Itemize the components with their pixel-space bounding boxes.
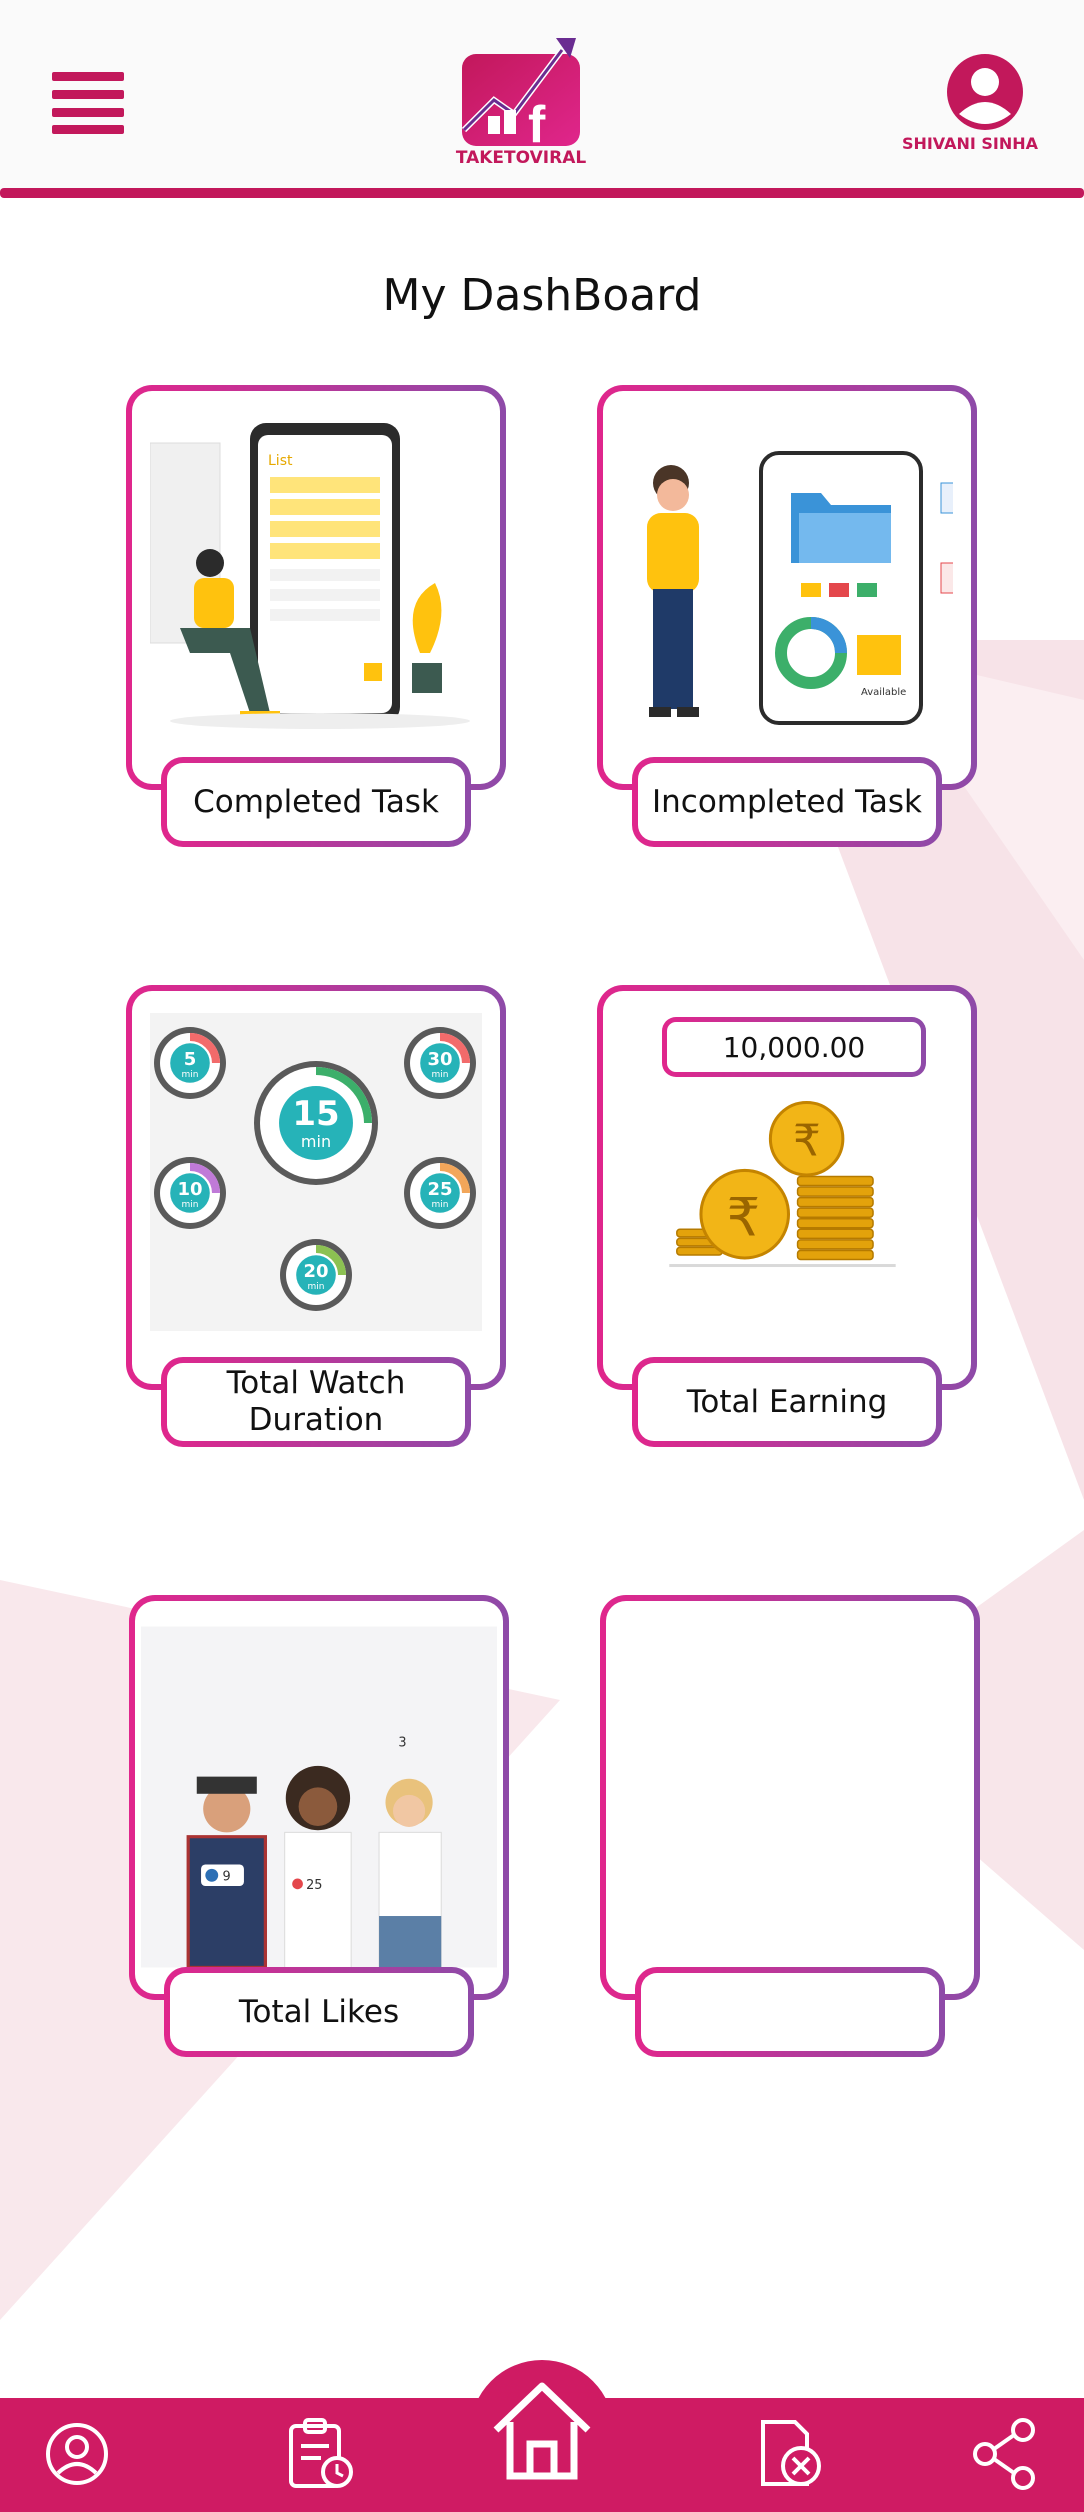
completed-task-text: Completed Task [193, 783, 439, 820]
timer-value: 5 [184, 1049, 197, 1070]
earning-amount: 10,000.00 [722, 1030, 866, 1064]
badge-count-9: 9 [222, 1870, 230, 1885]
user-circle-icon [46, 2423, 108, 2485]
badge-count-25: 25 [306, 1878, 322, 1893]
timer-value: 20 [303, 1261, 328, 1282]
incompleted-task-text: Incompleted Task [651, 783, 923, 820]
svg-text:f: f [528, 96, 546, 148]
incompleted-task-card[interactable]: Available [597, 385, 977, 790]
svg-text:₹: ₹ [727, 1187, 761, 1248]
user-avatar-icon [947, 54, 1023, 130]
timer-unit: min [301, 1132, 331, 1151]
nav-tasks[interactable] [285, 2416, 357, 2492]
profile-button[interactable]: SHIVANI SINHA [900, 52, 1040, 162]
logo-icon: f [461, 38, 580, 154]
completed-task-card[interactable]: List [126, 385, 506, 790]
timers-illustration: 5min15min30min10min25min20min [150, 1013, 482, 1331]
list-title: List [268, 453, 293, 469]
watch-duration-label[interactable]: Total Watch Duration [161, 1357, 471, 1447]
hamburger-menu-icon[interactable] [52, 72, 124, 134]
timer-value: 30 [427, 1049, 452, 1070]
timer-unit: min [182, 1070, 199, 1080]
header-divider [0, 188, 1084, 198]
friends-likes-photo: 3 9 25 [141, 1626, 497, 1970]
timer-15-min: 15min [254, 1061, 378, 1185]
total-likes-text: Total Likes [238, 1993, 400, 2030]
available-text: Available [861, 687, 906, 698]
timer-value: 25 [427, 1179, 452, 1200]
app-logo: f TAKETOVIRAL [452, 30, 590, 180]
total-earning-text: Total Earning [686, 1383, 888, 1420]
timer-unit: min [182, 1200, 199, 1210]
empty-card[interactable] [600, 1595, 980, 2000]
completed-task-label[interactable]: Completed Task [161, 757, 471, 847]
nav-share[interactable] [969, 2416, 1041, 2492]
timer-unit: min [308, 1282, 325, 1292]
home-icon [493, 2382, 591, 2480]
user-name: SHIVANI SINHA [901, 134, 1039, 153]
page-title: My DashBoard [382, 270, 702, 321]
timer-value: 10 [177, 1179, 202, 1200]
timer-5-min: 5min [154, 1027, 226, 1099]
timer-20-min: 20min [280, 1239, 352, 1311]
earning-value: 10,000.00 [662, 1017, 926, 1077]
timer-unit: min [432, 1200, 449, 1210]
total-likes-card[interactable]: 3 9 25 [129, 1595, 509, 2000]
timer-25-min: 25min [404, 1157, 476, 1229]
timer-value: 15 [292, 1094, 339, 1134]
watch-duration-card[interactable]: 5 min 15 min 30 min 10 min 25 min 20 min [126, 985, 506, 1390]
logo-text: TAKETOVIRAL [455, 148, 587, 168]
empty-card-label[interactable] [635, 1967, 945, 2057]
total-earning-card[interactable]: 10,000.00 ₹ ₹ [597, 985, 977, 1390]
timer-10-min: 10min [154, 1157, 226, 1229]
timer-30-min: 30min [404, 1027, 476, 1099]
total-earning-label[interactable]: Total Earning [632, 1357, 942, 1447]
document-cancel-icon [761, 2420, 821, 2486]
total-likes-label[interactable]: Total Likes [164, 1967, 474, 2057]
badge-count-3: 3 [398, 1736, 406, 1751]
share-icon [973, 2418, 1035, 2490]
nav-home[interactable] [484, 2372, 600, 2488]
nav-profile[interactable] [44, 2421, 110, 2487]
timer-unit: min [432, 1070, 449, 1080]
svg-text:₹: ₹ [793, 1115, 821, 1166]
clipboard-clock-icon [289, 2418, 353, 2488]
task-checklist-illustration: List [150, 423, 470, 729]
rupee-coins-illustration: ₹ ₹ [669, 1101, 896, 1268]
watch-duration-text: Total Watch Duration [226, 1365, 406, 1438]
incompleted-task-label[interactable]: Incompleted Task [632, 757, 942, 847]
nav-incomplete[interactable] [755, 2416, 827, 2492]
phone-folder-illustration: Available [647, 451, 953, 725]
